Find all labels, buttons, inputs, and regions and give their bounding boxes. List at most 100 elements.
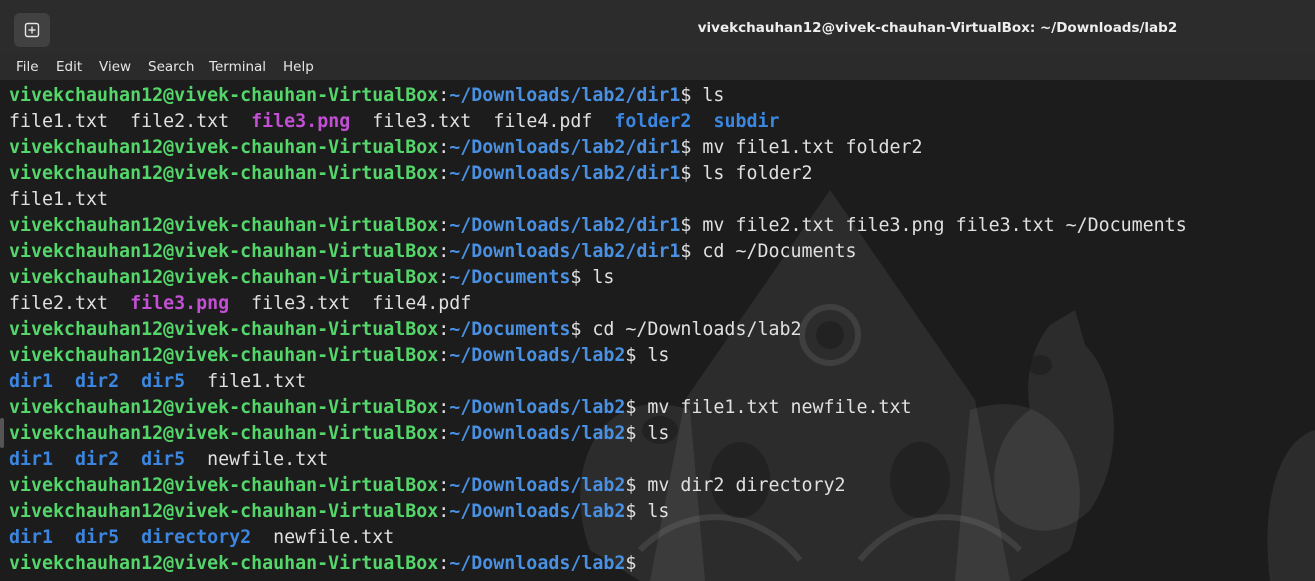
prompt-user: vivekchauhan12@vivek-chauhan-VirtualBox: [9, 137, 439, 158]
prompt-symbol: $: [680, 241, 703, 262]
menu-file[interactable]: File: [16, 59, 39, 75]
file-entry: file2.txt: [9, 293, 109, 314]
prompt-line: vivekchauhan12@vivek-chauhan-VirtualBox:…: [9, 395, 1187, 421]
file-entry: newfile.txt: [207, 449, 329, 470]
prompt-separator: :: [438, 475, 450, 496]
prompt-symbol: $: [625, 553, 648, 574]
output-line: file1.txt: [9, 187, 1187, 213]
command-text: cd ~/Downloads/lab2: [592, 319, 802, 340]
directory-entry: dir1: [9, 371, 54, 392]
command-text: mv file1.txt newfile.txt: [647, 397, 912, 418]
prompt-separator: :: [438, 345, 450, 366]
image-file-entry: file3.png: [130, 293, 230, 314]
directory-entry: folder2: [614, 111, 692, 132]
prompt-user: vivekchauhan12@vivek-chauhan-VirtualBox: [9, 85, 439, 106]
command-text: ls: [647, 501, 670, 522]
file-entry: file1.txt: [9, 111, 109, 132]
command-text: ls folder2: [702, 163, 813, 184]
prompt-symbol: $: [625, 501, 648, 522]
prompt-path: ~/Downloads/lab2: [449, 501, 626, 522]
prompt-user: vivekchauhan12@vivek-chauhan-VirtualBox: [9, 423, 439, 444]
directory-entry: subdir: [713, 111, 780, 132]
prompt-user: vivekchauhan12@vivek-chauhan-VirtualBox: [9, 501, 439, 522]
prompt-separator: :: [438, 241, 450, 262]
menu-edit[interactable]: Edit: [56, 59, 82, 75]
prompt-user: vivekchauhan12@vivek-chauhan-VirtualBox: [9, 475, 439, 496]
directory-entry: dir2: [75, 371, 120, 392]
prompt-path: ~/Documents: [449, 267, 571, 288]
title-bar[interactable]: vivekchauhan12@vivek-chauhan-VirtualBox:…: [0, 0, 1315, 54]
directory-entry: dir5: [75, 527, 120, 548]
prompt-line: vivekchauhan12@vivek-chauhan-VirtualBox:…: [9, 421, 1187, 447]
prompt-path: ~/Downloads/lab2: [449, 423, 626, 444]
prompt-line: vivekchauhan12@vivek-chauhan-VirtualBox:…: [9, 473, 1187, 499]
directory-entry: dir1: [9, 449, 54, 470]
command-text: ls: [647, 423, 670, 444]
prompt-line: vivekchauhan12@vivek-chauhan-VirtualBox:…: [9, 499, 1187, 525]
prompt-line: vivekchauhan12@vivek-chauhan-VirtualBox:…: [9, 239, 1187, 265]
directory-entry: dir2: [75, 449, 120, 470]
output-line: dir1 dir2 dir5 file1.txt: [9, 369, 1187, 395]
prompt-user: vivekchauhan12@vivek-chauhan-VirtualBox: [9, 397, 439, 418]
prompt-user: vivekchauhan12@vivek-chauhan-VirtualBox: [9, 553, 439, 574]
output-line: dir1 dir5 directory2 newfile.txt: [9, 525, 1187, 551]
prompt-symbol: $: [625, 423, 648, 444]
prompt-separator: :: [438, 267, 450, 288]
prompt-separator: :: [438, 423, 450, 444]
prompt-path: ~/Downloads/lab2: [449, 345, 626, 366]
new-tab-button[interactable]: [14, 13, 50, 47]
output-line: dir1 dir2 dir5 newfile.txt: [9, 447, 1187, 473]
prompt-path: ~/Downloads/lab2: [449, 397, 626, 418]
menu-view[interactable]: View: [99, 59, 131, 75]
prompt-separator: :: [438, 553, 450, 574]
prompt-separator: :: [438, 163, 450, 184]
prompt-path: ~/Downloads/lab2/dir1: [449, 137, 681, 158]
file-entry: file1.txt: [207, 371, 307, 392]
prompt-separator: :: [438, 137, 450, 158]
command-text: mv file2.txt file3.png file3.txt ~/Docum…: [702, 215, 1187, 236]
prompt-separator: :: [438, 319, 450, 340]
prompt-line: vivekchauhan12@vivek-chauhan-VirtualBox:…: [9, 551, 1187, 577]
image-file-entry: file3.png: [251, 111, 351, 132]
terminal-area[interactable]: vivekchauhan12@vivek-chauhan-VirtualBox:…: [0, 80, 1315, 581]
command-text: mv dir2 directory2: [647, 475, 846, 496]
command-text: ls: [702, 85, 725, 106]
prompt-symbol: $: [680, 215, 703, 236]
prompt-user: vivekchauhan12@vivek-chauhan-VirtualBox: [9, 241, 439, 262]
prompt-path: ~/Downloads/lab2/dir1: [449, 163, 681, 184]
scrollbar-handle[interactable]: [0, 418, 4, 448]
prompt-symbol: $: [625, 345, 648, 366]
menu-bar: File Edit View Search Terminal Help: [0, 54, 1315, 80]
prompt-line: vivekchauhan12@vivek-chauhan-VirtualBox:…: [9, 265, 1187, 291]
prompt-line: vivekchauhan12@vivek-chauhan-VirtualBox:…: [9, 317, 1187, 343]
prompt-line: vivekchauhan12@vivek-chauhan-VirtualBox:…: [9, 343, 1187, 369]
prompt-path: ~/Downloads/lab2/dir1: [449, 85, 681, 106]
prompt-path: ~/Downloads/lab2: [449, 553, 626, 574]
prompt-path: ~/Downloads/lab2/dir1: [449, 215, 681, 236]
prompt-symbol: $: [680, 85, 703, 106]
new-tab-icon: [24, 22, 40, 38]
prompt-line: vivekchauhan12@vivek-chauhan-VirtualBox:…: [9, 135, 1187, 161]
prompt-symbol: $: [680, 137, 703, 158]
prompt-path: ~/Documents: [449, 319, 571, 340]
prompt-user: vivekchauhan12@vivek-chauhan-VirtualBox: [9, 267, 439, 288]
prompt-user: vivekchauhan12@vivek-chauhan-VirtualBox: [9, 345, 439, 366]
prompt-symbol: $: [570, 267, 593, 288]
prompt-line: vivekchauhan12@vivek-chauhan-VirtualBox:…: [9, 161, 1187, 187]
directory-entry: dir1: [9, 527, 54, 548]
prompt-symbol: $: [625, 397, 648, 418]
prompt-symbol: $: [680, 163, 703, 184]
terminal-window: vivekchauhan12@vivek-chauhan-VirtualBox:…: [0, 0, 1315, 581]
prompt-path: ~/Downloads/lab2: [449, 475, 626, 496]
menu-terminal[interactable]: Terminal: [209, 59, 266, 75]
file-entry: file4.pdf: [372, 293, 472, 314]
directory-entry: dir5: [141, 371, 186, 392]
prompt-line: vivekchauhan12@vivek-chauhan-VirtualBox:…: [9, 213, 1187, 239]
prompt-separator: :: [438, 215, 450, 236]
output-line: file2.txt file3.png file3.txt file4.pdf: [9, 291, 1187, 317]
menu-search[interactable]: Search: [148, 59, 194, 75]
menu-help[interactable]: Help: [283, 59, 314, 75]
prompt-symbol: $: [625, 475, 648, 496]
window-title: vivekchauhan12@vivek-chauhan-VirtualBox:…: [697, 20, 1178, 36]
file-entry: file3.txt: [372, 111, 472, 132]
